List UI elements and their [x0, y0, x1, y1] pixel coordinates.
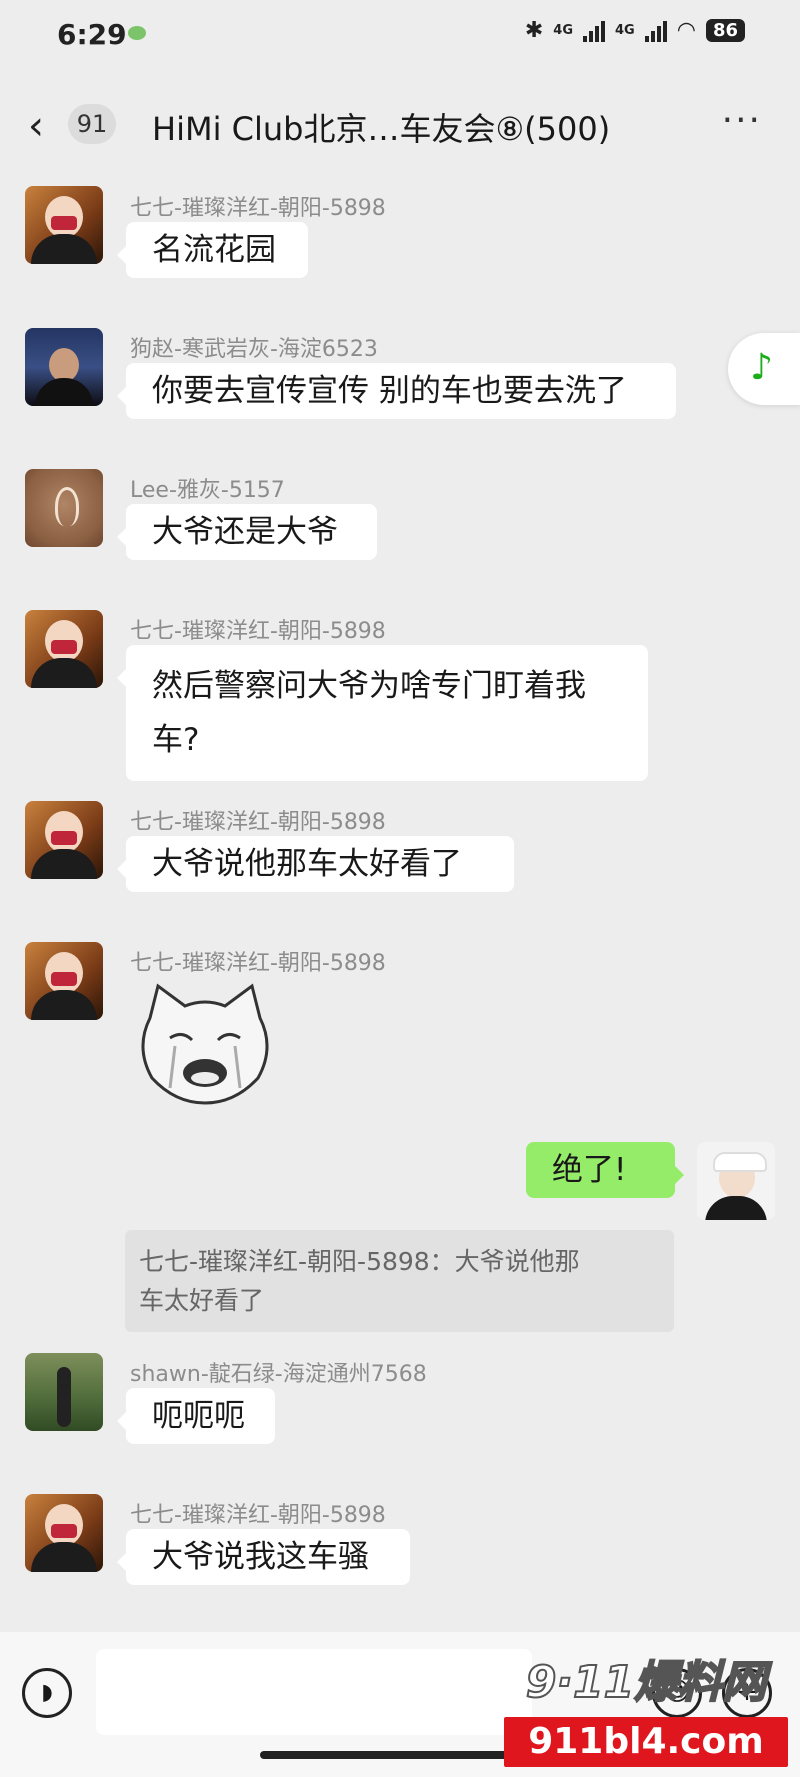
- avatar[interactable]: [25, 610, 103, 688]
- status-time: 6:29: [57, 18, 127, 51]
- avatar[interactable]: [25, 942, 103, 1020]
- message-bubble[interactable]: 名流花园: [117, 222, 308, 278]
- voice-input-icon[interactable]: ◗: [22, 1668, 72, 1718]
- sender-name: 七七-璀璨洋红-朝阳-5898: [130, 951, 386, 976]
- avatar[interactable]: [25, 1494, 103, 1572]
- sender-name: 七七-璀璨洋红-朝阳-5898: [130, 810, 386, 835]
- status-bar: 6:29 ✱ 4G 4G ◠ 86: [0, 0, 800, 72]
- avatar[interactable]: [25, 801, 103, 879]
- music-note-icon: ♪: [750, 347, 773, 388]
- avatar[interactable]: [25, 186, 103, 264]
- message-text: 你要去宣传宣传 别的车也要去洗了: [152, 373, 627, 409]
- watermark-url: 911bl4.com: [504, 1717, 788, 1767]
- message-bubble[interactable]: 大爷说他那车太好看了: [117, 836, 514, 892]
- quote-text: 七七-璀璨洋红-朝阳-5898：大爷说他那: [139, 1247, 580, 1276]
- wifi-icon: ◠: [676, 18, 696, 43]
- avatar[interactable]: [25, 469, 103, 547]
- message-bubble-self[interactable]: 绝了!: [526, 1142, 684, 1198]
- message-text: 名流花园: [152, 232, 276, 268]
- wechat-notification-icon: [128, 26, 146, 40]
- avatar[interactable]: [25, 328, 103, 406]
- floating-music-button[interactable]: ♪: [728, 333, 800, 405]
- status-icons: ✱ 4G 4G ◠ 86: [525, 18, 745, 43]
- network-label-1: 4G: [553, 23, 574, 38]
- battery-indicator: 86: [705, 19, 745, 42]
- sender-name: 七七-璀璨洋红-朝阳-5898: [130, 1503, 386, 1528]
- bluetooth-icon: ✱: [524, 18, 544, 43]
- message-text: 大爷说我这车骚: [152, 1539, 369, 1575]
- chat-header: ‹ 91 HiMi Club北京…车友会⑧(500) ···: [0, 72, 800, 178]
- quote-text: 车太好看了: [139, 1286, 265, 1315]
- message-text: 车?: [152, 722, 200, 758]
- sender-name: shawn-靛石绿-海淀通州7568: [130, 1362, 427, 1387]
- sender-name: Lee-雅灰-5157: [130, 478, 285, 503]
- back-arrow-icon[interactable]: ‹: [28, 106, 44, 146]
- watermark-title: 9·11爆料网: [525, 1656, 768, 1709]
- crying-cat-sticker[interactable]: [130, 978, 280, 1108]
- sender-name: 狗赵-寒武岩灰-海淀6523: [130, 337, 378, 362]
- chat-title: HiMi Club北京…车友会⑧(500): [152, 110, 611, 148]
- avatar-self[interactable]: [697, 1142, 775, 1220]
- watermark: 9·11爆料网 911bl4.com: [498, 1655, 794, 1771]
- message-text: 绝了!: [552, 1152, 627, 1188]
- signal-icon-2: [644, 20, 667, 42]
- message-text: 大爷还是大爷: [152, 514, 338, 550]
- sender-name: 七七-璀璨洋红-朝阳-5898: [130, 196, 386, 221]
- more-options-icon[interactable]: ···: [722, 100, 762, 141]
- network-label-2: 4G: [615, 23, 635, 38]
- message-bubble[interactable]: 大爷说我这车骚: [117, 1529, 410, 1585]
- message-text: 呃呃呃: [152, 1398, 245, 1434]
- quoted-message[interactable]: 七七-璀璨洋红-朝阳-5898：大爷说他那 车太好看了: [125, 1230, 674, 1332]
- message-text: 然后警察问大爷为啥专门盯着我: [152, 668, 586, 704]
- message-input[interactable]: [96, 1649, 532, 1735]
- message-bubble[interactable]: 然后警察问大爷为啥专门盯着我 车?: [117, 645, 648, 781]
- signal-icon-1: [583, 20, 606, 42]
- unread-count-badge[interactable]: 91: [68, 104, 116, 144]
- message-bubble[interactable]: 你要去宣传宣传 别的车也要去洗了: [117, 363, 676, 419]
- message-text: 大爷说他那车太好看了: [152, 846, 462, 882]
- sender-name: 七七-璀璨洋红-朝阳-5898: [130, 619, 386, 644]
- avatar[interactable]: [25, 1353, 103, 1431]
- message-bubble[interactable]: 大爷还是大爷: [117, 504, 377, 560]
- message-bubble[interactable]: 呃呃呃: [117, 1388, 275, 1444]
